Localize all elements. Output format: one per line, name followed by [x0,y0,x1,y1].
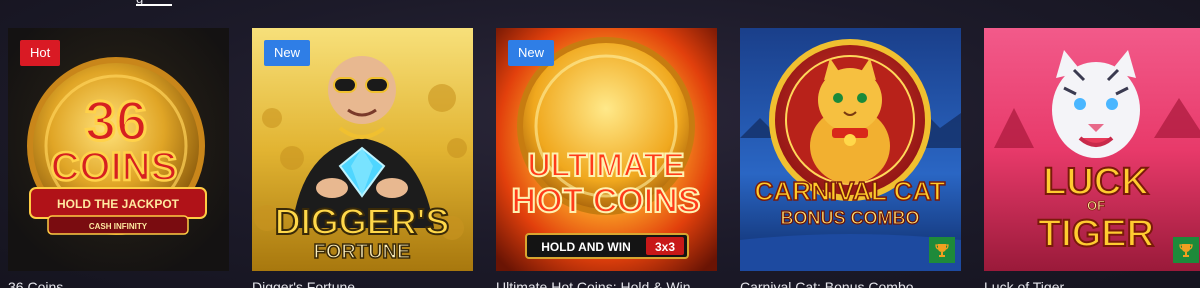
active-tab-indicator[interactable]: g [136,0,172,6]
art-text-diggers: DIGGER'S [275,201,450,242]
art-text-ultimate: ULTIMATE [528,147,685,183]
game-thumbnail[interactable]: CARNIVAL CAT BONUS COMBO [740,28,961,271]
game-thumbnail[interactable]: LUCK OF TIGER [984,28,1200,271]
art-text-coins: COINS [51,145,178,189]
game-card-luck-of-tiger[interactable]: LUCK OF TIGER Luck of Tiger [984,28,1200,288]
game-title[interactable]: Carnival Cat: Bonus Combo [740,279,980,288]
art-text-hold-and-win: HOLD AND WIN [541,240,631,254]
game-title[interactable]: Luck of Tiger [984,279,1200,288]
game-title[interactable]: 36 Coins [8,279,248,288]
game-card-carnival-cat[interactable]: CARNIVAL CAT BONUS COMBO Carnival Cat: B… [740,28,961,288]
game-lobby: g [0,0,1200,288]
game-thumbnail[interactable]: DIGGER'S FORTUNE New [252,28,473,271]
art-text-cash-infinity: CASH INFINITY [89,222,148,231]
art-text-of: OF [1087,198,1105,213]
trophy-icon [1173,237,1199,263]
art-text-36: 36 [85,89,147,152]
new-badge: New [508,40,555,66]
trophy-icon [929,237,955,263]
game-title[interactable]: Digger's Fortune [252,279,492,288]
art-text-fortune: FORTUNE [314,241,411,263]
art-text-tiger: TIGER [1038,213,1154,255]
game-card-ultimate-hot-coins[interactable]: ULTIMATE HOT COINS HOLD AND WIN 3x3 New … [496,28,717,288]
game-title[interactable]: Ultimate Hot Coins: Hold & Win [496,279,736,288]
art-text-bonus-combo: BONUS COMBO [781,208,920,228]
art-text-carnival-cat: CARNIVAL CAT [755,176,946,206]
game-thumbnail[interactable]: 36 COINS HOLD THE JACKPOT CASH INFINITY … [8,28,229,271]
tab-underline [136,4,172,6]
game-thumbnail[interactable]: ULTIMATE HOT COINS HOLD AND WIN 3x3 New [496,28,717,271]
game-card-diggers-fortune[interactable]: DIGGER'S FORTUNE New Digger's Fortune [252,28,473,288]
game-grid: 36 COINS HOLD THE JACKPOT CASH INFINITY … [8,28,1200,288]
art-text-jackpot: HOLD THE JACKPOT [57,197,180,211]
hot-badge: Hot [20,40,61,66]
art-text-3x3: 3x3 [655,240,675,254]
new-badge: New [264,40,311,66]
game-card-36-coins[interactable]: 36 COINS HOLD THE JACKPOT CASH INFINITY … [8,28,229,288]
art-text-luck: LUCK [1043,161,1149,203]
art-text-hot-coins: HOT COINS [512,182,701,220]
